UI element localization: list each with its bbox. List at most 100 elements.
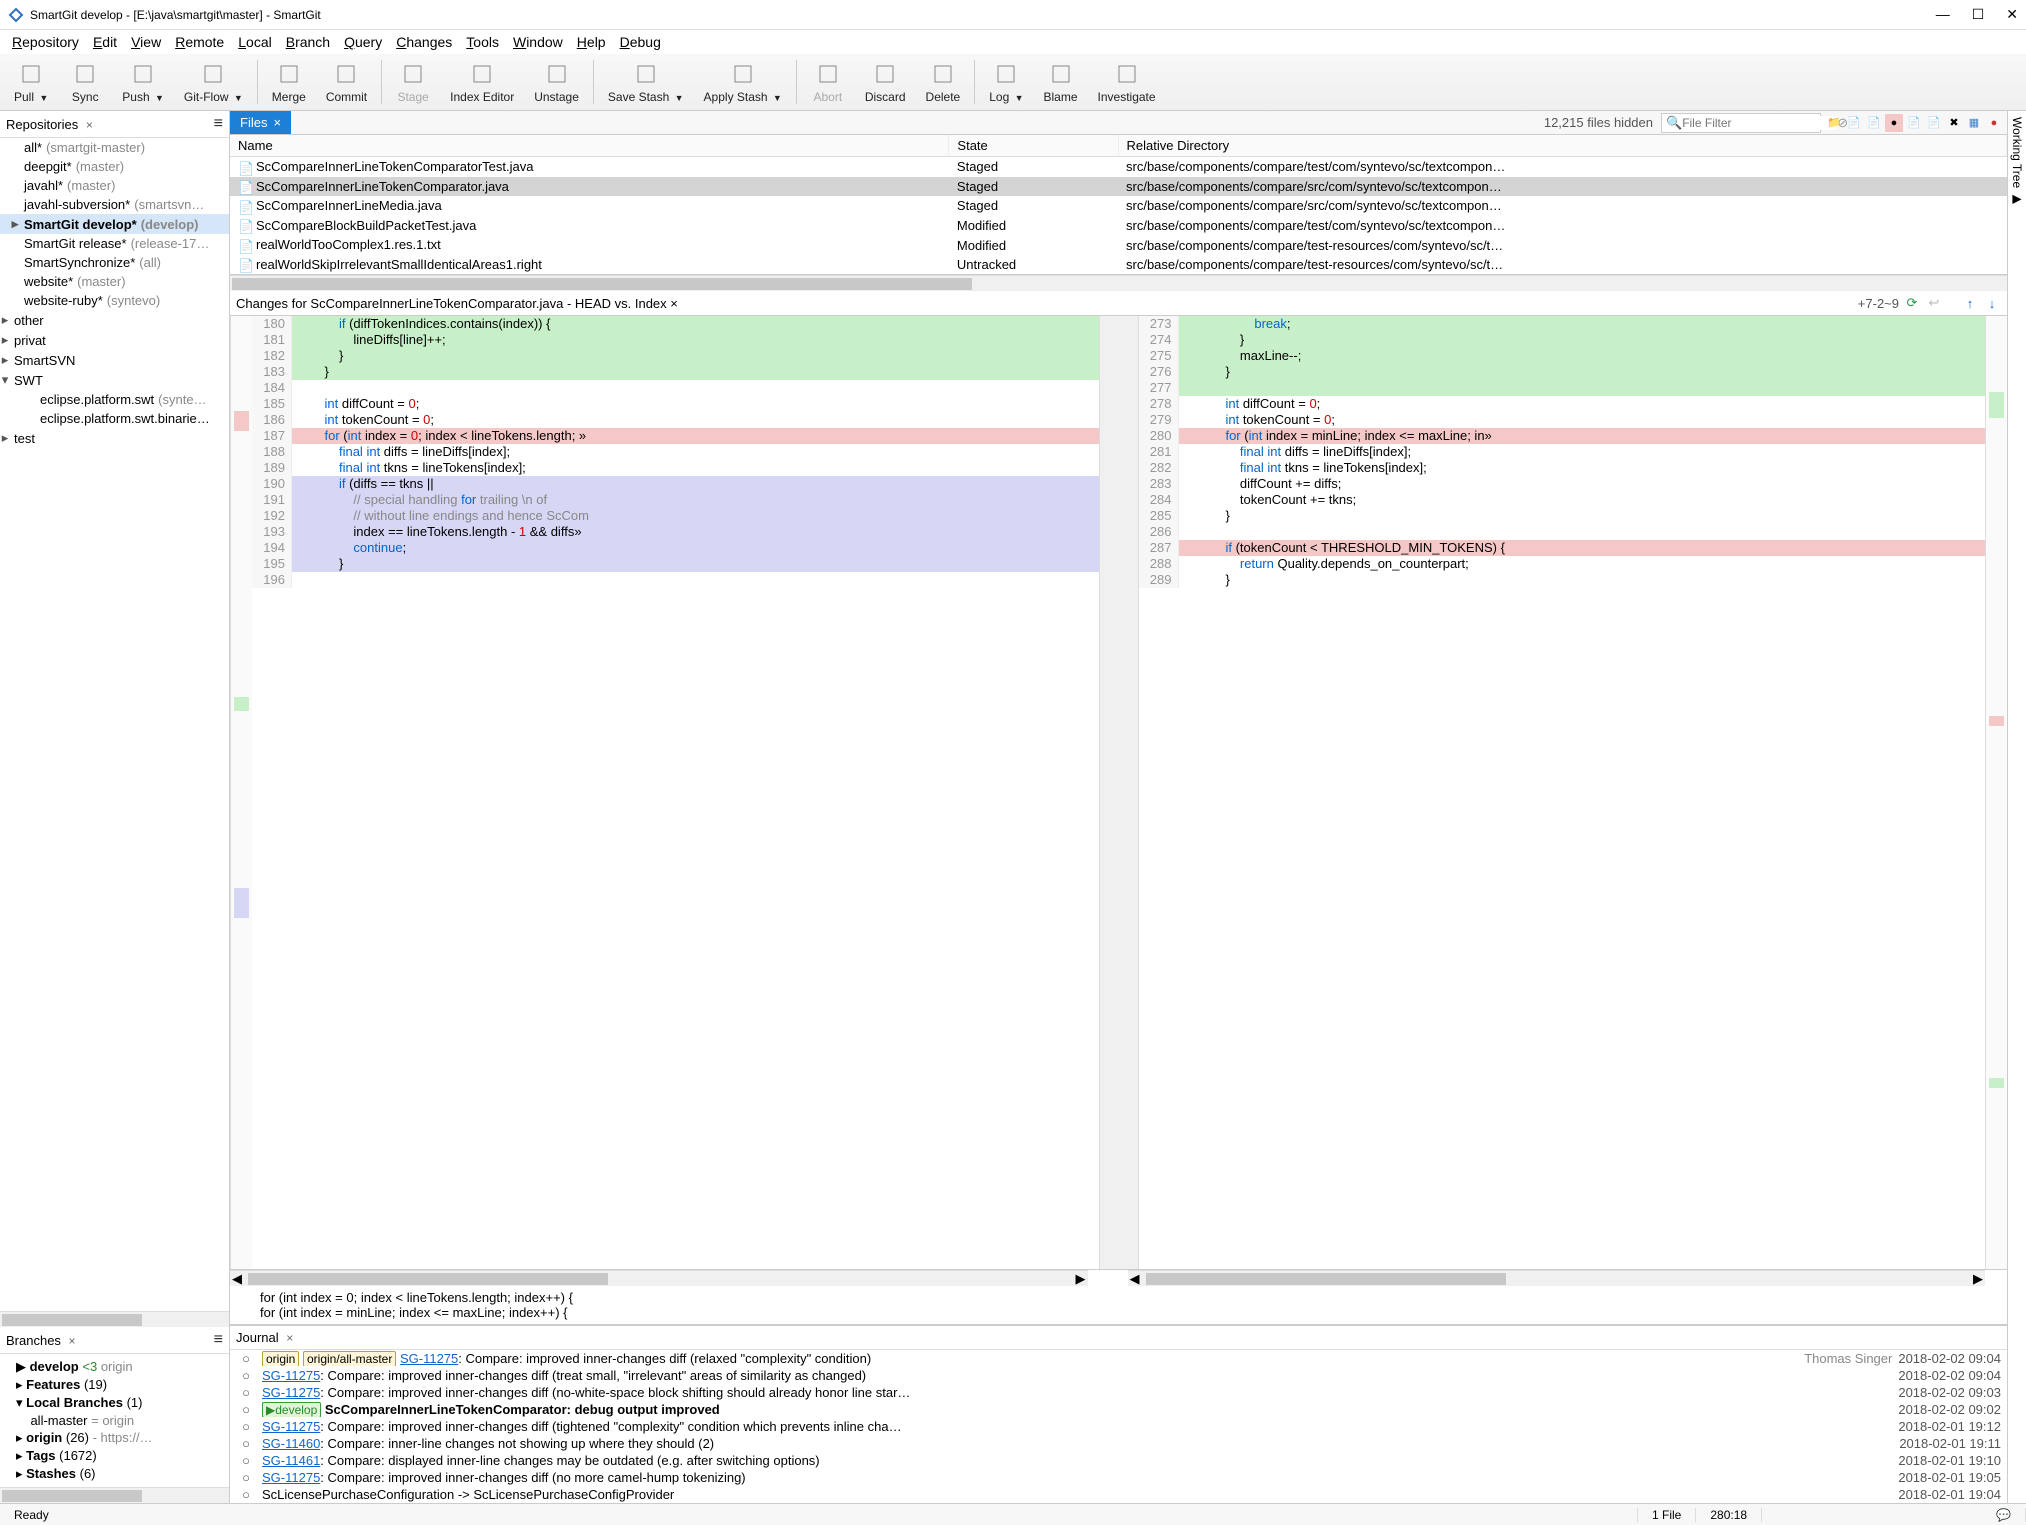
diff-left-hscroll[interactable]: ◀▶	[230, 1270, 1088, 1286]
commit-button[interactable]: Commit	[316, 56, 377, 108]
menu-changes[interactable]: Changes	[390, 32, 458, 52]
files-hscroll[interactable]	[230, 275, 2007, 291]
delete-button[interactable]: Delete	[916, 56, 971, 108]
code-line[interactable]: 273 break;	[1139, 316, 1986, 332]
branch-item[interactable]: ▸ Tags (1672)	[2, 1447, 227, 1465]
discard-button[interactable]: Discard	[855, 56, 916, 108]
code-line[interactable]: 193 index == lineTokens.length - 1 && di…	[252, 524, 1099, 540]
file-row[interactable]: 📄ScCompareBlockBuildPacketTest.javaModif…	[230, 216, 2007, 236]
journal-list[interactable]: ○origin origin/all-master SG-11275: Comp…	[230, 1350, 2007, 1503]
repo-group[interactable]: ▸ test	[0, 428, 229, 448]
merge-button[interactable]: Merge	[262, 56, 316, 108]
col-header[interactable]: Relative Directory	[1118, 135, 2006, 157]
blame-button[interactable]: Blame	[1034, 56, 1088, 108]
menu-window[interactable]: Window	[507, 32, 569, 52]
journal-row[interactable]: ○SG-11275: Compare: improved inner-chang…	[230, 1367, 2007, 1384]
menu-view[interactable]: View	[125, 32, 167, 52]
folder-icon[interactable]: 📁	[1825, 114, 1843, 132]
repo-item[interactable]: eclipse.platform.swt.binarie…	[0, 409, 229, 428]
sync-button[interactable]: Sync	[58, 56, 112, 108]
minimize-button[interactable]: —	[1936, 6, 1950, 23]
next-change-icon[interactable]: ↓	[1983, 294, 2001, 312]
save-stash-button[interactable]: Save Stash	[598, 56, 694, 108]
journal-row[interactable]: ○origin origin/all-master SG-11275: Comp…	[230, 1350, 2007, 1367]
repo-group[interactable]: ▸ SmartSVN	[0, 350, 229, 370]
branch-item[interactable]: ▸ Features (19)	[2, 1376, 227, 1394]
index-editor-button[interactable]: Index Editor	[440, 56, 524, 108]
code-line[interactable]: 289 }	[1139, 572, 1986, 588]
code-line[interactable]: 276 }	[1139, 364, 1986, 380]
layout-icon[interactable]: ▦	[1965, 114, 1983, 132]
code-line[interactable]: 282 final int tkns = lineTokens[index];	[1139, 460, 1986, 476]
file-icon[interactable]: 📄	[1905, 114, 1923, 132]
issue-link[interactable]: SG-11275	[262, 1419, 320, 1434]
journal-row[interactable]: ○SG-11275: Compare: improved inner-chang…	[230, 1418, 2007, 1435]
branch-item[interactable]: ▶ develop <3 origin	[2, 1358, 227, 1376]
issue-link[interactable]: SG-11275	[262, 1385, 320, 1400]
branch-item[interactable]: ▸ origin (26) - https://…	[2, 1429, 227, 1447]
code-line[interactable]: 275 maxLine--;	[1139, 348, 1986, 364]
files-tab[interactable]: Files×	[230, 111, 291, 134]
journal-row[interactable]: ○SG-11275: Compare: improved inner-chang…	[230, 1384, 2007, 1401]
code-line[interactable]: 277	[1139, 380, 1986, 396]
code-line[interactable]: 180 if (diffTokenIndices.contains(index)…	[252, 316, 1099, 332]
push-button[interactable]: Push	[112, 56, 174, 108]
file-filter[interactable]: 🔍 ⊘	[1661, 113, 1821, 133]
repo-group[interactable]: ▸ other	[0, 310, 229, 330]
file-row[interactable]: 📄realWorldTooComplex1.res.1.txtModifieds…	[230, 235, 2007, 255]
menu-debug[interactable]: Debug	[614, 32, 667, 52]
issue-link[interactable]: SG-11275	[262, 1368, 320, 1383]
file-row[interactable]: 📄ScCompareInnerLineTokenComparator.javaS…	[230, 177, 2007, 197]
menu-query[interactable]: Query	[338, 32, 388, 52]
branch-item[interactable]: ▸ Stashes (6)	[2, 1465, 227, 1483]
repo-hscroll[interactable]	[0, 1311, 229, 1327]
undo-icon[interactable]: ↩	[1925, 294, 1943, 312]
code-line[interactable]: 281 final int diffs = lineDiffs[index];	[1139, 444, 1986, 460]
file-icon[interactable]: 📄	[1925, 114, 1943, 132]
code-line[interactable]: 181 lineDiffs[line]++;	[252, 332, 1099, 348]
code-line[interactable]: 183 }	[252, 364, 1099, 380]
diff-right-hscroll[interactable]: ◀▶	[1128, 1270, 1986, 1286]
code-line[interactable]: 188 final int diffs = lineDiffs[index];	[252, 444, 1099, 460]
unstage-button[interactable]: Unstage	[524, 56, 589, 108]
repo-item[interactable]: website-ruby* (syntevo)	[0, 291, 229, 310]
code-line[interactable]: 185 int diffCount = 0;	[252, 396, 1099, 412]
menu-branch[interactable]: Branch	[280, 32, 336, 52]
close-icon[interactable]: ×	[86, 118, 93, 132]
col-header[interactable]: Name	[230, 135, 949, 157]
status-icon[interactable]: 💬	[1982, 1508, 2026, 1522]
branch-hscroll[interactable]	[0, 1487, 229, 1503]
code-line[interactable]: 283 diffCount += diffs;	[1139, 476, 1986, 492]
code-line[interactable]: 196	[252, 572, 1099, 588]
issue-link[interactable]: SG-11275	[400, 1351, 458, 1366]
code-line[interactable]: 284 tokenCount += tkns;	[1139, 492, 1986, 508]
left-overview[interactable]	[230, 316, 252, 1269]
issue-link[interactable]: SG-11460	[262, 1436, 320, 1451]
repo-item[interactable]: deepgit* (master)	[0, 157, 229, 176]
hamburger-icon[interactable]: ≡	[214, 115, 223, 133]
code-line[interactable]: 186 int tokenCount = 0;	[252, 412, 1099, 428]
file-filter-input[interactable]	[1682, 116, 1837, 130]
maximize-button[interactable]: ☐	[1972, 6, 1985, 23]
journal-row[interactable]: ○SG-11461: Compare: displayed inner-line…	[230, 1452, 2007, 1469]
branch-item[interactable]: all-master = origin	[2, 1412, 227, 1429]
branch-item[interactable]: ▾ Local Branches (1)	[2, 1394, 227, 1412]
repo-item[interactable]: SmartSynchronize* (all)	[0, 253, 229, 272]
menu-repository[interactable]: Repository	[6, 32, 85, 52]
right-overview[interactable]	[1985, 316, 2007, 1269]
investigate-button[interactable]: Investigate	[1088, 56, 1166, 108]
code-line[interactable]: 288 return Quality.depends_on_counterpar…	[1139, 556, 1986, 572]
journal-row[interactable]: ○ScLicensePurchaseConfiguration -> ScLic…	[230, 1486, 2007, 1503]
close-icon[interactable]: ×	[273, 115, 281, 130]
close-icon[interactable]: ×	[286, 1331, 293, 1345]
hamburger-icon[interactable]: ≡	[214, 1331, 223, 1349]
file-red-icon[interactable]: ●	[1985, 114, 2003, 132]
close-button[interactable]: ✕	[2006, 6, 2018, 23]
refresh-icon[interactable]: ⟳	[1903, 294, 1921, 312]
repo-item[interactable]: SmartGit release* (release-17…	[0, 234, 229, 253]
repo-item[interactable]: ▸SmartGit develop* (develop)	[0, 214, 229, 234]
repo-item[interactable]: website* (master)	[0, 272, 229, 291]
files-table[interactable]: NameStateRelative Directory📄ScCompareInn…	[230, 135, 2007, 275]
code-line[interactable]: 182 }	[252, 348, 1099, 364]
repo-item[interactable]: javahl-subversion* (smartsvn…	[0, 195, 229, 214]
